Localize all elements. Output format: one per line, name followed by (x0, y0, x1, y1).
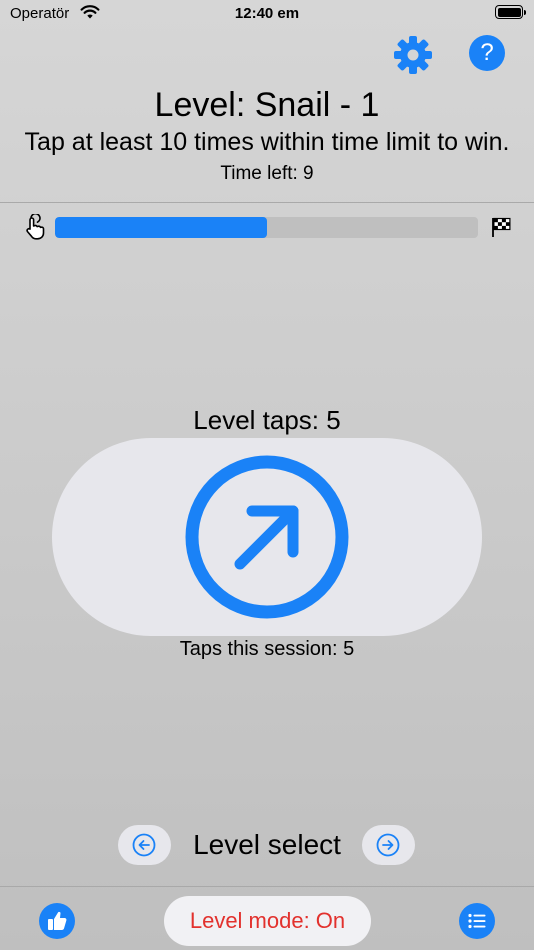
like-button[interactable] (39, 903, 75, 939)
arrow-right-circle-icon (376, 833, 400, 857)
arrow-up-right-circle-icon[interactable] (185, 455, 349, 619)
next-level-button[interactable] (362, 825, 415, 865)
divider (0, 886, 534, 887)
status-time: 12:40 em (234, 5, 300, 22)
list-button[interactable] (459, 903, 495, 939)
level-taps: Level taps: 5 (193, 405, 341, 435)
level-title: Level: Snail - 1 (154, 86, 380, 124)
help-button[interactable]: ? (469, 35, 505, 71)
thumbs-up-icon (48, 911, 67, 930)
session-taps: Taps this session: 5 (179, 638, 355, 660)
instructions-text: Tap at least 10 times within time limit … (24, 128, 510, 156)
time-left: Time left: 9 (220, 163, 314, 184)
divider (0, 202, 534, 203)
hand-tap-icon (26, 214, 45, 240)
progress-bar (55, 217, 478, 238)
battery-icon (495, 5, 526, 19)
list-icon (468, 913, 486, 929)
question-icon: ? (480, 39, 494, 66)
gear-icon[interactable] (393, 35, 433, 75)
level-mode-button[interactable]: Level mode: On (164, 896, 371, 946)
level-select-label: Level select (193, 829, 341, 860)
progress-fill (55, 217, 267, 238)
checkered-flag-icon (492, 217, 511, 237)
